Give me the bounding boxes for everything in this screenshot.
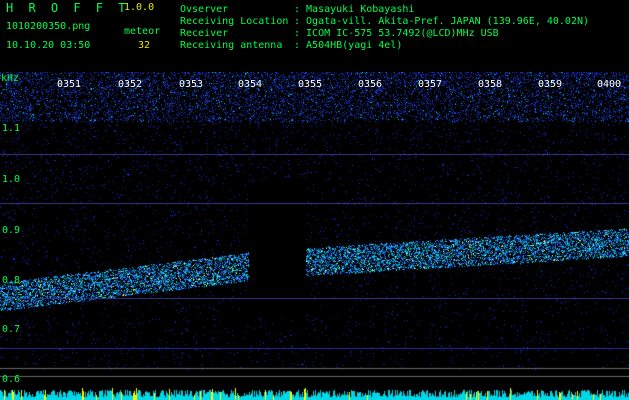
meteor-count: 32 xyxy=(138,40,151,51)
time-label-0355: 0355 xyxy=(298,79,323,90)
time-label-0359: 0359 xyxy=(538,79,563,90)
time-label-0354: 0354 xyxy=(238,79,263,90)
time-label-0357: 0357 xyxy=(418,79,443,90)
location-key: Receiving Location xyxy=(180,16,289,27)
freq-label-0.6: 0.6 xyxy=(2,374,21,385)
time-label-0351: 0351 xyxy=(57,79,82,90)
freq-label-1.0: 1.0 xyxy=(2,174,21,185)
time-label-0358: 0358 xyxy=(478,79,503,90)
freq-label-0.8: 0.8 xyxy=(2,275,21,286)
receiver-value: : ICOM IC-575 53.7492(@LCD)MHz USB xyxy=(294,28,499,39)
freq-label-0.7: 0.7 xyxy=(2,324,21,335)
time-label-0352: 0352 xyxy=(118,79,143,90)
antenna-value: : A504HB(yagi 4el) xyxy=(294,40,403,51)
location-value: : Ogata-vill. Akita-Pref. JAPAN (139.96E… xyxy=(294,16,590,27)
time-label-0400: 0400 xyxy=(597,79,622,90)
observer-key: Ovserver xyxy=(180,4,229,15)
antenna-key: Receiving antenna xyxy=(180,40,283,51)
time-label-0356: 0356 xyxy=(358,79,383,90)
freq-label-1.1: 1.1 xyxy=(2,123,21,134)
app-version: 1.0.0 xyxy=(124,2,155,13)
freq-unit-label: kHz xyxy=(1,73,20,84)
file-name: 1010200350.png xyxy=(6,21,91,32)
meteor-label: meteor xyxy=(124,26,161,37)
time-label-0353: 0353 xyxy=(179,79,204,90)
date-time: 10.10.20 03:50 xyxy=(6,40,91,51)
app-title: H R O F F T xyxy=(6,1,130,15)
spectrogram-canvas xyxy=(0,72,629,400)
header-panel: H R O F F T 1.0.0 1010200350.png meteor … xyxy=(0,0,629,72)
freq-label-0.9: 0.9 xyxy=(2,225,21,236)
observer-value: : Masayuki Kobayashi xyxy=(294,4,415,15)
receiver-key: Receiver xyxy=(180,28,229,39)
